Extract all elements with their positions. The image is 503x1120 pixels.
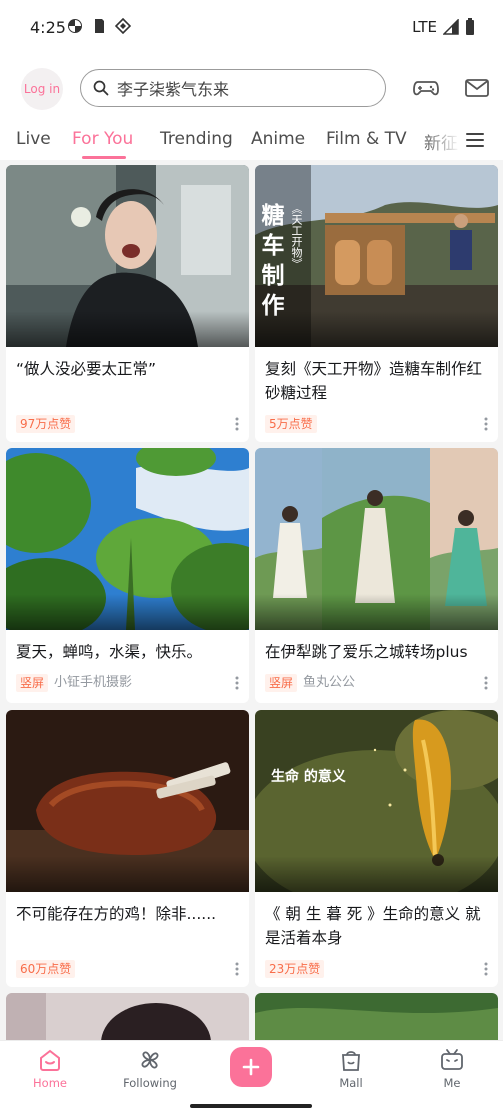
nav-following-label: Following [123, 1076, 177, 1090]
tab-film-tv[interactable]: Film & TV [326, 129, 407, 149]
tab-fade [420, 120, 460, 160]
thumbnail-subcaption: 《天工开物》 [290, 203, 303, 269]
more-options-icon[interactable] [235, 962, 239, 976]
battery-icon [466, 18, 474, 35]
bottom-navigation: Home Following Mall Me [0, 1040, 503, 1120]
likes-badge: 60万点赞 [16, 960, 76, 978]
search-icon [93, 80, 109, 96]
video-card[interactable]: 944.3万 1889 0:21 夏天，蝉鸣，水渠，快乐。 竖屏 小钲手机摄影 [6, 448, 249, 703]
more-options-icon[interactable] [484, 417, 488, 431]
author-name[interactable]: 鱼丸公公 [303, 674, 355, 692]
tab-for-you[interactable]: For You [72, 129, 133, 149]
network-type: LTE [412, 18, 437, 36]
tab-trending[interactable]: Trending [160, 129, 233, 149]
thumbnail-caption: 生命 的意义 [271, 769, 346, 785]
status-time: 4:25 [30, 18, 66, 37]
status-bar: 4:25 LTE [0, 0, 503, 56]
gamepad-icon[interactable] [412, 74, 440, 102]
video-title[interactable]: 复刻《天工开物》造糖车制作红砂糖过程 [265, 357, 490, 405]
sd-card-icon [95, 19, 104, 33]
thumbnail-caption: 糖车制作 [261, 203, 285, 319]
tab-live[interactable]: Live [16, 129, 51, 149]
video-card[interactable]: 701.2万 2.6万 2:14 “做人没必要太正常” 97万点赞 [6, 165, 249, 442]
video-card[interactable]: 糖车制作 《天工开物》 119万 1642 7:42 复刻《天工开物》造糖车制作… [255, 165, 498, 442]
search-input[interactable]: 李子柒紫气东来 [80, 69, 386, 107]
gesture-home-bar [190, 1104, 312, 1108]
plus-icon [242, 1058, 260, 1076]
likes-badge: 5万点赞 [265, 415, 317, 433]
nav-me-label: Me [443, 1076, 461, 1090]
video-thumbnail [6, 993, 249, 1040]
video-title[interactable]: 《 朝 生 暮 死 》生命的意义 就是活着本身 [265, 902, 490, 950]
video-thumbnail [255, 993, 498, 1040]
video-title[interactable]: 夏天，蝉鸣，水渠，快乐。 [16, 640, 241, 664]
home-icon [40, 1049, 60, 1071]
author-name[interactable]: 小钲手机摄影 [54, 674, 132, 692]
status-right: LTE [412, 18, 475, 36]
login-button[interactable]: Log in [21, 68, 63, 110]
more-options-icon[interactable] [235, 417, 239, 431]
nav-home-label: Home [33, 1076, 67, 1090]
pinwheel-status-icon [68, 19, 82, 33]
signal-icon [443, 19, 459, 35]
status-notification-icons [67, 18, 131, 34]
tab-menu-icon[interactable] [466, 132, 484, 148]
nav-mall-label: Mall [339, 1076, 363, 1090]
video-card[interactable] [255, 993, 498, 1040]
pinwheel-icon [141, 1051, 159, 1069]
video-card[interactable]: 534.4万 1149 0:49 在伊犁跳了爱乐之城转场plus 竖屏 鱼丸公公 [255, 448, 498, 703]
vertical-video-badge: 竖屏 [16, 674, 49, 692]
nav-home[interactable]: Home [15, 1047, 85, 1090]
more-options-icon[interactable] [235, 676, 239, 690]
mail-icon[interactable] [463, 74, 491, 102]
likes-badge: 23万点赞 [265, 960, 325, 978]
nav-following[interactable]: Following [115, 1047, 185, 1090]
search-placeholder: 李子柒紫气东来 [117, 80, 230, 99]
more-options-icon[interactable] [484, 676, 488, 690]
video-title[interactable]: “做人没必要太正常” [16, 357, 241, 381]
vertical-video-badge: 竖屏 [265, 674, 298, 692]
video-title[interactable]: 不可能存在方的鸡！除非...... [16, 902, 241, 926]
video-title[interactable]: 在伊犁跳了爱乐之城转场plus [265, 640, 490, 664]
tab-anime[interactable]: Anime [251, 129, 305, 149]
mall-bag-icon [342, 1051, 360, 1071]
diamond-status-icon [115, 18, 131, 34]
upload-button[interactable] [230, 1047, 272, 1087]
active-tab-indicator [82, 156, 126, 159]
app-header: Log in 李子柒紫气东来 [0, 56, 503, 120]
video-card[interactable] [6, 993, 249, 1040]
video-card[interactable]: 1286万 3927 4:06 不可能存在方的鸡！除非...... 60万点赞 [6, 710, 249, 987]
more-options-icon[interactable] [484, 962, 488, 976]
video-card[interactable]: 生命 的意义 449.1万 1247 4:07 《 朝 生 暮 死 》生命的意义… [255, 710, 498, 987]
category-tabs: Live For You Trending Anime Film & TV 新征 [0, 120, 503, 160]
tv-face-icon [441, 1049, 463, 1070]
likes-badge: 97万点赞 [16, 415, 76, 433]
nav-mall[interactable]: Mall [316, 1047, 386, 1090]
nav-me[interactable]: Me [417, 1047, 487, 1090]
